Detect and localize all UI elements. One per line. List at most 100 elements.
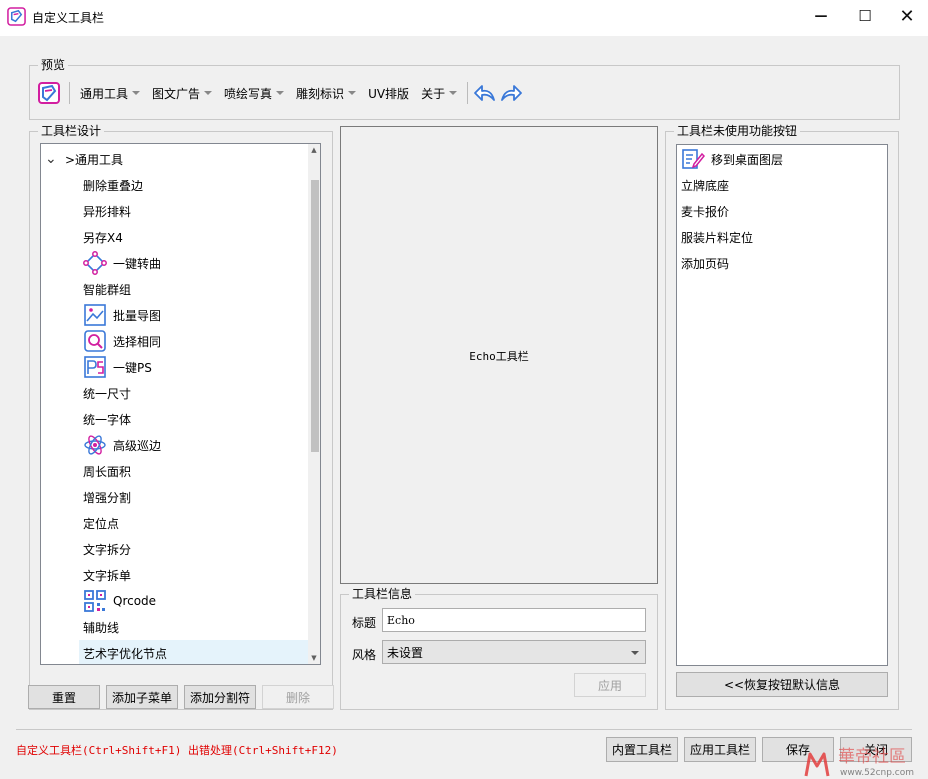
minimize-icon: — bbox=[814, 8, 828, 24]
toolbar-logo-icon[interactable] bbox=[37, 81, 61, 105]
apply-toolbar-button[interactable]: 应用工具栏 bbox=[684, 737, 756, 762]
toolbar-tree[interactable]: ⌄ >通用工具 删除重叠边异形排料另存X4 一键转曲智能群组批量导图选择相同一键P… bbox=[40, 143, 321, 665]
tree-item-label: 辅助线 bbox=[83, 620, 120, 635]
menu-general-tools[interactable]: 通用工具 bbox=[74, 81, 146, 105]
toolbar-info-label: 工具栏信息 bbox=[352, 587, 413, 601]
tree-item-label: 异形排料 bbox=[83, 204, 132, 219]
redo-arrow-icon[interactable] bbox=[498, 80, 524, 106]
tree-item[interactable]: 另存X4 bbox=[79, 224, 309, 250]
style-select-value: 未设置 bbox=[387, 645, 424, 660]
maximize-icon: ☐ bbox=[858, 7, 872, 25]
delete-button[interactable]: 删除 bbox=[262, 685, 334, 709]
tree-item[interactable]: 定位点 bbox=[79, 510, 309, 536]
tree-item[interactable]: 文字拆单 bbox=[79, 562, 309, 588]
tree-item-label: 定位点 bbox=[83, 516, 120, 531]
image-export-icon bbox=[83, 303, 107, 327]
menu-graphic-ads[interactable]: 图文广告 bbox=[146, 81, 218, 105]
qrcode-icon bbox=[83, 589, 107, 613]
tree-item-label: 高级巡边 bbox=[113, 438, 162, 453]
title-input[interactable]: Echo bbox=[382, 608, 646, 632]
menu-uv-layout[interactable]: UV排版 bbox=[362, 81, 415, 105]
maximize-button[interactable]: ☐ bbox=[842, 0, 888, 32]
tree-item[interactable]: Qrcode bbox=[79, 588, 309, 614]
app-logo-icon bbox=[7, 7, 26, 26]
menu-engraving-signs[interactable]: 雕刻标识 bbox=[290, 81, 362, 105]
unused-buttons-label: 工具栏未使用功能按钮 bbox=[677, 124, 798, 138]
tree-item[interactable]: 增强分割 bbox=[79, 484, 309, 510]
scroll-up-arrow-icon[interactable]: ▲ bbox=[308, 144, 320, 156]
tree-item[interactable]: 周长面积 bbox=[79, 458, 309, 484]
unused-item[interactable]: 立牌底座 bbox=[681, 172, 729, 198]
preview-toolbar: 通用工具 图文广告 喷绘写真 雕刻标识 UV排版 关于 bbox=[37, 78, 547, 108]
watermark-emblem-icon: 華帝社區 www.52cnp.com bbox=[804, 747, 914, 778]
tree-root-node[interactable]: ⌄ >通用工具 bbox=[45, 146, 123, 172]
minimize-button[interactable]: — bbox=[798, 0, 844, 32]
tree-item[interactable]: 艺术字优化节点 bbox=[79, 640, 309, 664]
tree-item[interactable]: 选择相同 bbox=[79, 328, 309, 354]
edit-document-icon bbox=[681, 147, 706, 171]
unused-item[interactable]: 添加页码 bbox=[681, 250, 729, 276]
tree-item[interactable]: 异形排料 bbox=[79, 198, 309, 224]
unused-item-label: 移到桌面图层 bbox=[711, 152, 784, 167]
unused-item-label: 添加页码 bbox=[681, 256, 730, 271]
apply-info-button[interactable]: 应用 bbox=[574, 673, 646, 697]
unused-item-label: 服装片料定位 bbox=[681, 230, 754, 245]
tree-item-label: 删除重叠边 bbox=[83, 178, 144, 193]
title-bar bbox=[0, 0, 928, 36]
tree-item-label: 一键PS bbox=[113, 360, 152, 375]
tree-item[interactable]: 辅助线 bbox=[79, 614, 309, 640]
menu-inkjet-print[interactable]: 喷绘写真 bbox=[218, 81, 290, 105]
tree-item[interactable]: 统一尺寸 bbox=[79, 380, 309, 406]
tree-item-label: 另存X4 bbox=[83, 230, 123, 245]
undo-arrow-icon[interactable] bbox=[472, 80, 498, 106]
restore-defaults-button[interactable]: <<恢复按钮默认信息 bbox=[676, 672, 888, 697]
tree-item[interactable]: 批量导图 bbox=[79, 302, 309, 328]
tree-item[interactable]: 一键PS bbox=[79, 354, 309, 380]
close-icon: ✕ bbox=[899, 5, 915, 27]
unused-item[interactable]: 麦卡报价 bbox=[681, 198, 729, 224]
svg-text:www.52cnp.com: www.52cnp.com bbox=[840, 768, 914, 778]
tree-item-label: 智能群组 bbox=[83, 282, 132, 297]
tree-item[interactable]: 文字拆分 bbox=[79, 536, 309, 562]
footer-divider bbox=[16, 729, 912, 730]
unused-item[interactable]: 移到桌面图层 bbox=[681, 146, 783, 172]
reset-button[interactable]: 重置 bbox=[28, 685, 100, 709]
unused-buttons-list[interactable]: 移到桌面图层立牌底座麦卡报价服装片料定位 添加页码 bbox=[676, 144, 888, 666]
close-window-button[interactable]: ✕ bbox=[884, 0, 928, 32]
tree-item[interactable]: 高级巡边 bbox=[79, 432, 309, 458]
add-submenu-button[interactable]: 添加子菜单 bbox=[106, 685, 178, 709]
tree-item-label: 周长面积 bbox=[83, 464, 132, 479]
tree-item[interactable]: 一键转曲 bbox=[79, 250, 309, 276]
tree-item[interactable]: 统一字体 bbox=[79, 406, 309, 432]
select-same-icon bbox=[83, 329, 107, 353]
chevron-down-icon bbox=[348, 91, 357, 95]
tree-scroll-thumb[interactable] bbox=[311, 180, 319, 452]
tree-item-label: 统一尺寸 bbox=[83, 386, 132, 401]
expand-chevron-icon[interactable]: ⌄ bbox=[45, 152, 61, 166]
unused-item[interactable]: 服装片料定位 bbox=[681, 224, 753, 250]
tree-item-label: 艺术字优化节点 bbox=[83, 646, 168, 661]
chevron-down-icon bbox=[631, 651, 639, 655]
tree-item-label: 增强分割 bbox=[83, 490, 132, 505]
curve-nodes-icon bbox=[83, 251, 107, 275]
tree-item[interactable]: 智能群组 bbox=[79, 276, 309, 302]
menu-about[interactable]: 关于 bbox=[415, 81, 463, 105]
add-separator-button[interactable]: 添加分割符 bbox=[184, 685, 256, 709]
chevron-down-icon bbox=[204, 91, 213, 95]
style-select[interactable]: 未设置 bbox=[382, 640, 646, 664]
style-field-label: 风格 bbox=[352, 648, 377, 662]
tree-item-label: 选择相同 bbox=[113, 334, 162, 349]
builtin-toolbar-button[interactable]: 内置工具栏 bbox=[606, 737, 678, 762]
toolbar-design-label: 工具栏设计 bbox=[41, 124, 102, 138]
tree-item-label: 一键转曲 bbox=[113, 256, 162, 271]
unused-item-label: 立牌底座 bbox=[681, 178, 730, 193]
tree-item-label: 统一字体 bbox=[83, 412, 132, 427]
watermark-logo: 華帝社區 www.52cnp.com bbox=[802, 738, 928, 779]
tree-item-label: Qrcode bbox=[113, 594, 157, 608]
chevron-down-icon bbox=[132, 91, 141, 95]
tree-item[interactable]: 删除重叠边 bbox=[79, 172, 309, 198]
tree-item-label: 文字拆分 bbox=[83, 542, 132, 557]
ps-icon bbox=[83, 355, 107, 379]
scroll-down-arrow-icon[interactable]: ▼ bbox=[308, 652, 320, 664]
shortcut-status-text: 自定义工具栏(Ctrl+Shift+F1) 出错处理(Ctrl+Shift+F1… bbox=[16, 744, 338, 757]
